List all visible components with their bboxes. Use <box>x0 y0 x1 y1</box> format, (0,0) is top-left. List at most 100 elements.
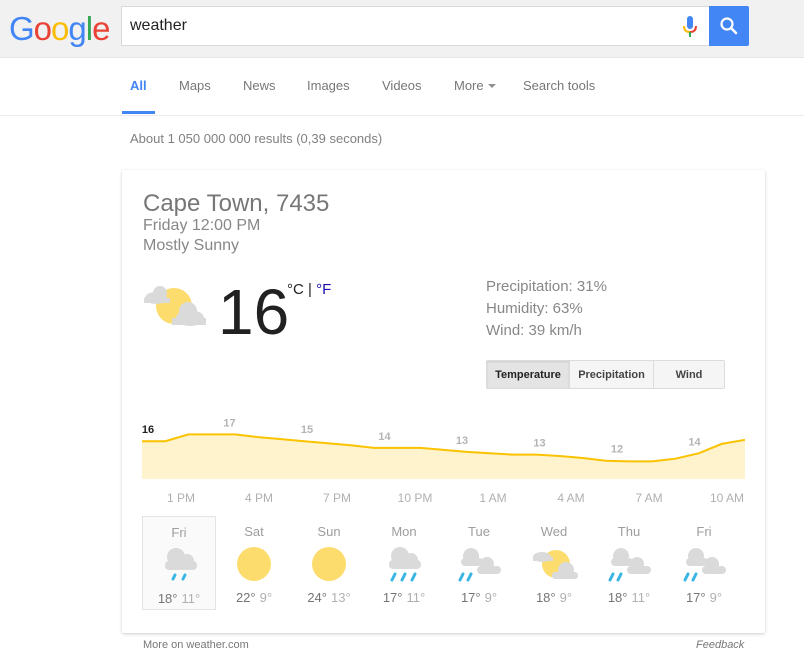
weather-location: Cape Town, 7435 <box>143 190 330 217</box>
more-on-weather-link[interactable]: More on weather.com <box>143 639 249 651</box>
weather-card: Cape Town, 7435 Friday 12:00 PM Mostly S… <box>122 170 765 633</box>
temp-label: 13 <box>533 438 545 450</box>
high-temp: 24° <box>307 590 327 605</box>
day-temps: 17° 9° <box>667 590 741 605</box>
toggle-wind[interactable]: Wind <box>654 361 724 388</box>
feedback-link[interactable]: Feedback <box>696 639 744 651</box>
temp-label: 12 <box>611 444 623 456</box>
partly-sunny-icon <box>533 550 578 579</box>
partly-sunny-icon <box>144 286 206 326</box>
tab-more-label: More <box>454 78 484 93</box>
unit-celsius[interactable]: °C <box>287 281 304 298</box>
day-name: Tue <box>468 524 490 539</box>
low-temp: 9° <box>709 590 723 605</box>
sunny-icon <box>312 547 346 581</box>
hour-label: 10 PM <box>398 491 433 505</box>
day-temps: 18° 11° <box>592 590 666 605</box>
google-logo[interactable]: Google <box>9 9 110 49</box>
day-name: Sat <box>244 524 264 539</box>
chart-mode-toggle: Temperature Precipitation Wind <box>486 360 725 389</box>
rain-icon <box>389 547 421 582</box>
temp-label: 17 <box>223 417 235 429</box>
temperature-chart: 16 17 15 14 13 13 12 14 1 PM 4 PM 7 PM 10 PM 1 AM 4 … <box>142 417 746 505</box>
forecast-day[interactable]: Thu 18° 11° <box>592 516 666 610</box>
scattered-showers-icon <box>683 548 726 582</box>
logo-letter: g <box>68 10 86 47</box>
high-temp: 17° <box>382 590 403 605</box>
scattered-showers-icon <box>608 548 651 582</box>
day-name: Thu <box>617 524 641 539</box>
tab-news[interactable]: News <box>243 78 276 94</box>
forecast-day[interactable]: Mon 17° 11° <box>367 516 441 610</box>
temp-label: 14 <box>688 436 701 448</box>
temp-label: 14 <box>378 431 391 443</box>
active-tab-indicator <box>122 111 155 114</box>
search-nav: All Maps News Images Videos More Search … <box>0 58 804 116</box>
toggle-temperature[interactable]: Temperature <box>487 361 570 388</box>
forecast-day[interactable]: Sat 22° 9° <box>217 516 291 610</box>
logo-letter: o <box>33 10 52 47</box>
high-temp: 17° <box>460 590 481 605</box>
search-input[interactable] <box>130 7 670 45</box>
temp-label: 16 <box>142 424 154 436</box>
day-temps: 17° 9° <box>442 590 516 605</box>
forecast-day[interactable]: Sun 24° 13° <box>292 516 366 610</box>
temp-label: 15 <box>301 424 313 436</box>
high-temp: 18° <box>607 590 628 605</box>
low-temp: 9° <box>259 590 273 605</box>
low-temp: 11° <box>181 591 201 606</box>
sunny-icon <box>237 547 271 581</box>
tab-maps[interactable]: Maps <box>179 78 211 94</box>
day-temps: 17° 11° <box>367 590 441 605</box>
logo-letter: G <box>9 10 35 47</box>
search-box[interactable] <box>121 6 709 46</box>
weather-condition: Mostly Sunny <box>143 237 240 254</box>
low-temp: 11° <box>406 590 426 605</box>
precipitation-detail: Precipitation: 31% <box>486 278 607 295</box>
tab-search-tools[interactable]: Search tools <box>523 78 595 94</box>
day-name: Fri <box>171 525 187 540</box>
forecast-day[interactable]: Fri 18° 11° <box>142 516 216 610</box>
low-temp: 9° <box>484 590 498 605</box>
rain-light-icon <box>165 548 197 581</box>
logo-letter: o <box>51 10 69 47</box>
magnifier-icon <box>720 17 738 35</box>
hour-label: 10 AM <box>710 491 744 505</box>
tab-images[interactable]: Images <box>307 78 350 94</box>
unit-fahrenheit[interactable]: °F <box>316 281 331 298</box>
forecast-day[interactable]: Wed 18° 9° <box>517 516 591 610</box>
high-temp: 17° <box>685 590 706 605</box>
results-stats: About 1 050 000 000 results (0,39 second… <box>130 131 383 146</box>
daily-forecast: Fri 18° 11° Sat 22° 9° Sun 24° 13° Mon 17° 11° Tue 17… <box>142 516 752 610</box>
hour-label: 1 PM <box>167 491 195 505</box>
day-temps: 22° 9° <box>217 590 291 605</box>
unit-separator: | <box>303 281 317 298</box>
high-temp: 18° <box>535 590 556 605</box>
hour-label: 1 AM <box>479 491 506 505</box>
search-button[interactable] <box>709 6 749 46</box>
header: Google <box>0 0 804 58</box>
hour-label: 4 AM <box>557 491 584 505</box>
forecast-day[interactable]: Fri 17° 9° <box>667 516 741 610</box>
day-name: Mon <box>391 524 417 539</box>
caret-down-icon <box>487 84 496 88</box>
toggle-precipitation[interactable]: Precipitation <box>570 361 654 388</box>
day-name: Sun <box>317 524 341 539</box>
forecast-day[interactable]: Tue 17° 9° <box>442 516 516 610</box>
chart-area-fill <box>142 434 745 479</box>
hour-label: 7 AM <box>635 491 662 505</box>
microphone-icon[interactable] <box>682 16 698 38</box>
low-temp: 11° <box>631 590 651 605</box>
day-name: Fri <box>696 524 712 539</box>
tab-videos[interactable]: Videos <box>382 78 422 94</box>
weather-datetime: Friday 12:00 PM <box>143 217 261 234</box>
scattered-showers-icon <box>458 548 501 582</box>
tab-all[interactable]: All <box>130 78 147 94</box>
day-temps: 18° 11° <box>143 591 215 606</box>
hour-label: 4 PM <box>245 491 273 505</box>
hour-label: 7 PM <box>323 491 351 505</box>
temp-label: 13 <box>456 435 468 447</box>
day-temps: 18° 9° <box>517 590 591 605</box>
tab-more[interactable]: More <box>454 78 496 94</box>
day-temps: 24° 13° <box>292 590 366 605</box>
